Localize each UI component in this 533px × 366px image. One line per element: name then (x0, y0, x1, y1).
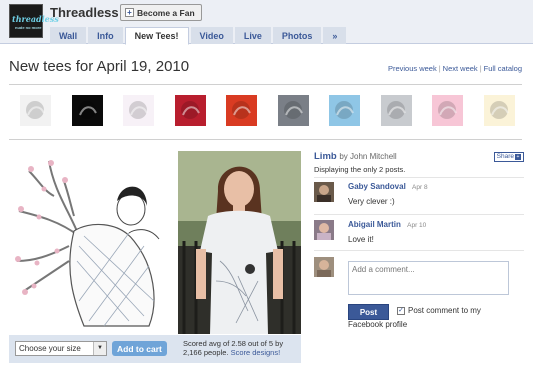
divider (314, 250, 524, 251)
post-button[interactable]: Post (348, 304, 389, 320)
divider (314, 177, 524, 178)
post-to-profile-label-2: Facebook profile (348, 320, 408, 329)
tab-live[interactable]: Live (234, 27, 271, 44)
purchase-bar: Choose your size ▼ Add to cart Scored av… (9, 335, 301, 363)
size-select-value: Choose your size (19, 344, 81, 353)
logo-subtext: nude no more (15, 25, 42, 30)
tee-thumbnail[interactable] (174, 95, 206, 126)
page-tabs: Wall Info New Tees! Video Live Photos » (50, 27, 347, 45)
add-to-cart-button[interactable]: Add to cart (112, 341, 167, 356)
tee-thumbnail[interactable] (71, 95, 103, 126)
share-button[interactable]: Share + (493, 152, 524, 162)
next-week-link[interactable]: Next week (443, 64, 478, 73)
divider (314, 214, 524, 215)
post-to-profile-checkbox[interactable]: ✓ (397, 307, 405, 315)
divider (9, 84, 522, 85)
share-icon: + (515, 154, 521, 160)
post-to-profile-label: Post comment to my (408, 306, 481, 315)
design-discussion: Limb by John Mitchell Share + Displaying… (314, 151, 524, 329)
post-date: Apr 10 (407, 222, 427, 229)
post-author-name[interactable]: Gaby Sandoval (348, 182, 406, 191)
design-title[interactable]: Limb (314, 151, 337, 162)
full-catalog-link[interactable]: Full catalog (484, 64, 522, 73)
tab-new-tees[interactable]: New Tees! (124, 27, 189, 45)
comment-input[interactable]: Add a comment... (348, 261, 509, 295)
avatar[interactable] (314, 182, 334, 202)
model-photo[interactable] (178, 151, 301, 334)
avatar[interactable] (314, 220, 334, 240)
design-title-row: Limb by John Mitchell (314, 151, 524, 162)
post-count: Displaying the only 2 posts. (314, 165, 406, 174)
product-display: Choose your size ▼ Add to cart Scored av… (9, 151, 301, 363)
tee-thumbnails (20, 95, 520, 127)
post-author[interactable]: Abigail Martin Apr 10 (348, 220, 426, 229)
week-navigation: Previous week | Next week | Full catalog (387, 64, 522, 73)
score-summary: Scored avg of 2.58 out of 5 by 2,166 peo… (183, 339, 299, 357)
page-title: New tees for April 19, 2010 (9, 58, 190, 75)
post-author-name[interactable]: Abigail Martin (348, 220, 401, 229)
tee-thumbnail[interactable] (123, 95, 154, 126)
tee-thumbnail[interactable] (226, 95, 257, 126)
post-date: Apr 8 (412, 184, 428, 191)
become-a-fan-button[interactable]: + Become a Fan (120, 4, 202, 21)
size-select[interactable]: Choose your size ▼ (15, 341, 107, 356)
page-name[interactable]: Threadless (50, 5, 119, 20)
tab-more[interactable]: » (323, 27, 347, 44)
tab-wall[interactable]: Wall (50, 27, 87, 44)
chevron-down-icon: ▼ (93, 342, 106, 355)
divider (9, 139, 522, 140)
tee-thumbnail[interactable] (432, 95, 463, 126)
share-label: Share (496, 153, 514, 160)
tee-thumbnail[interactable] (380, 95, 412, 126)
page-header: threadless nude no more Threadless + Bec… (0, 0, 533, 45)
design-author: by John Mitchell (339, 152, 397, 161)
post-author[interactable]: Gaby Sandoval Apr 8 (348, 182, 428, 191)
post-text: Very clever :) (348, 197, 395, 206)
plus-icon: + (125, 8, 134, 17)
design-artwork[interactable] (9, 151, 176, 334)
score-designs-link[interactable]: Score designs! (231, 348, 281, 357)
tee-thumbnail[interactable] (277, 95, 309, 126)
tab-photos[interactable]: Photos (272, 27, 322, 44)
tee-thumbnail[interactable] (20, 95, 51, 126)
previous-week-link[interactable]: Previous week (388, 64, 437, 73)
tee-thumbnail[interactable] (483, 95, 515, 126)
post-text: Love it! (348, 235, 374, 244)
avatar (314, 257, 334, 277)
become-a-fan-label: Become a Fan (137, 7, 195, 18)
tab-video[interactable]: Video (190, 27, 233, 44)
page-logo[interactable]: threadless nude no more (9, 4, 59, 38)
tee-thumbnail[interactable] (329, 95, 360, 126)
tab-info[interactable]: Info (88, 27, 123, 44)
